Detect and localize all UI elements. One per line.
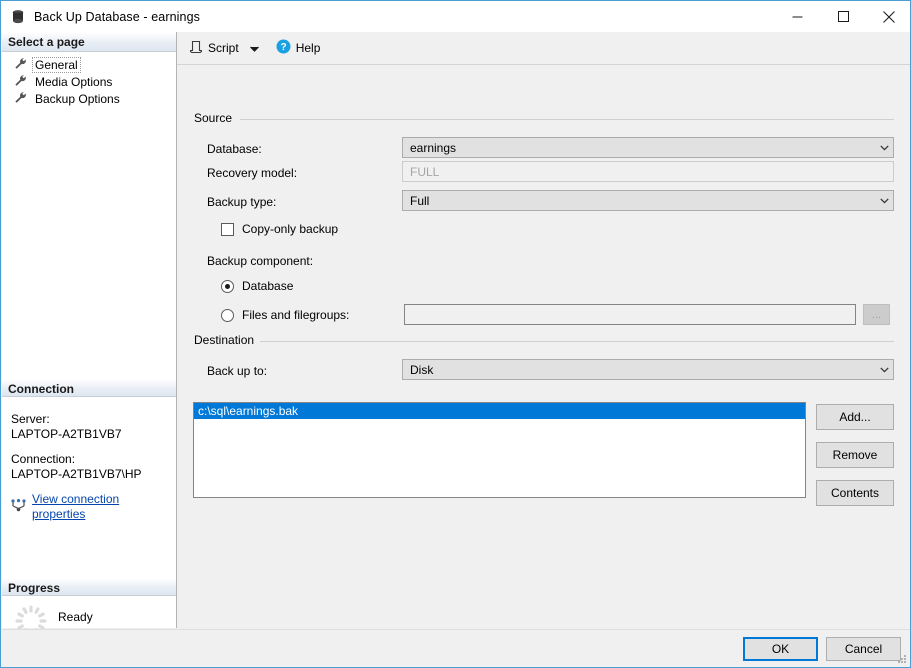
sidebar-item-backup-options[interactable]: Backup Options (2, 90, 176, 107)
recovery-model-field: FULL (402, 161, 894, 182)
script-label: Script (208, 41, 239, 55)
connection-value: LAPTOP-A2TB1VB7\HP (11, 467, 142, 481)
chevron-down-icon[interactable] (876, 366, 893, 373)
back-up-to-value: Disk (410, 362, 434, 377)
source-group-rule (240, 119, 894, 120)
add-button[interactable]: Add... (816, 404, 894, 430)
view-connection-properties-row[interactable]: View connection properties (11, 492, 168, 522)
remove-button[interactable]: Remove (816, 442, 894, 468)
chevron-down-icon[interactable] (876, 144, 893, 151)
radio-box[interactable] (221, 279, 234, 293)
connection-label: Connection: (11, 452, 76, 466)
radio-box[interactable] (221, 308, 234, 322)
server-value: LAPTOP-A2TB1VB7 (11, 427, 122, 441)
copy-only-backup-label: Copy-only backup (242, 222, 339, 236)
wrench-icon (14, 57, 27, 73)
view-connection-properties-link[interactable]: View connection properties (32, 492, 168, 522)
back-up-to-combo[interactable]: Disk (402, 359, 894, 380)
chevron-down-icon[interactable] (249, 41, 259, 55)
sidebar-item-media-options-label: Media Options (35, 74, 113, 89)
server-label: Server: (11, 412, 50, 426)
svg-text:?: ? (280, 42, 286, 53)
source-legend: Source (194, 111, 239, 125)
database-value: earnings (410, 140, 457, 155)
minimize-button[interactable] (774, 1, 820, 32)
toolbar: Script ? Help (177, 32, 910, 65)
resize-grip[interactable] (895, 654, 907, 666)
database-label: Database: (207, 142, 262, 156)
list-item[interactable]: c:\sql\earnings.bak (194, 403, 805, 419)
dialog-footer: OK Cancel (2, 629, 910, 667)
backup-type-value: Full (410, 193, 430, 208)
database-icon (10, 9, 26, 25)
wrench-icon (14, 91, 27, 107)
files-browse-button: ... (863, 304, 890, 325)
help-label: Help (295, 41, 321, 55)
maximize-button[interactable] (820, 1, 866, 32)
files-and-filegroups-input[interactable] (404, 304, 856, 325)
sidebar-item-backup-options-label: Backup Options (35, 91, 120, 106)
page-list: General Media Options Backup Options (2, 52, 176, 107)
ok-button[interactable]: OK (743, 637, 818, 661)
backup-type-label: Backup type: (207, 195, 277, 209)
database-combo[interactable]: earnings (402, 137, 894, 158)
help-button[interactable]: ? Help (273, 37, 324, 59)
server-group: Server: LAPTOP-A2TB1VB7 (11, 412, 168, 442)
script-icon (189, 40, 203, 57)
connection-group: Connection: LAPTOP-A2TB1VB7\HP (11, 452, 168, 482)
recovery-model-value: FULL (410, 164, 440, 179)
caption-buttons (774, 1, 910, 32)
destination-group: Destination (194, 333, 894, 347)
backup-database-dialog: Back Up Database - earnings Select a pag… (0, 0, 911, 668)
window-title: Back Up Database - earnings (34, 9, 200, 24)
contents-button[interactable]: Contents (816, 480, 894, 506)
title-bar: Back Up Database - earnings (1, 1, 910, 32)
sidebar-item-general-label: General (32, 56, 81, 73)
radio-files-label: Files and filegroups: (242, 308, 350, 322)
backup-type-combo[interactable]: Full (402, 190, 894, 211)
connection-header: Connection (2, 379, 176, 397)
connection-info: Server: LAPTOP-A2TB1VB7 Connection: LAPT… (2, 403, 176, 522)
chevron-down-icon[interactable] (876, 197, 893, 204)
checkbox-box[interactable] (221, 222, 234, 236)
cancel-button[interactable]: Cancel (826, 637, 901, 661)
destination-listbox[interactable]: c:\sql\earnings.bak (193, 402, 806, 498)
progress-status: Ready (58, 610, 93, 624)
close-button[interactable] (866, 1, 910, 32)
recovery-model-label: Recovery model: (207, 166, 298, 180)
destination-group-rule (258, 341, 894, 342)
content-panel: Script ? Help Source Database: earnings … (177, 32, 910, 628)
radio-backup-component-files[interactable]: Files and filegroups: (221, 308, 349, 322)
radio-database-label: Database (242, 279, 294, 293)
backup-component-label: Backup component: (207, 254, 314, 268)
connection-properties-icon (11, 498, 26, 516)
wrench-icon (14, 74, 27, 90)
select-a-page-header: Select a page (2, 32, 176, 52)
script-button[interactable]: Script (186, 37, 242, 59)
sidebar-item-general[interactable]: General (2, 56, 176, 73)
source-group: Source (194, 111, 894, 125)
back-up-to-label: Back up to: (207, 364, 268, 378)
help-circle-icon: ? (276, 39, 291, 57)
sidebar-item-media-options[interactable]: Media Options (2, 73, 176, 90)
radio-backup-component-database[interactable]: Database (221, 279, 293, 293)
destination-legend: Destination (194, 333, 261, 347)
left-panel: Select a page General Media Options Back… (2, 32, 177, 637)
copy-only-backup-checkbox[interactable]: Copy-only backup (221, 222, 338, 236)
